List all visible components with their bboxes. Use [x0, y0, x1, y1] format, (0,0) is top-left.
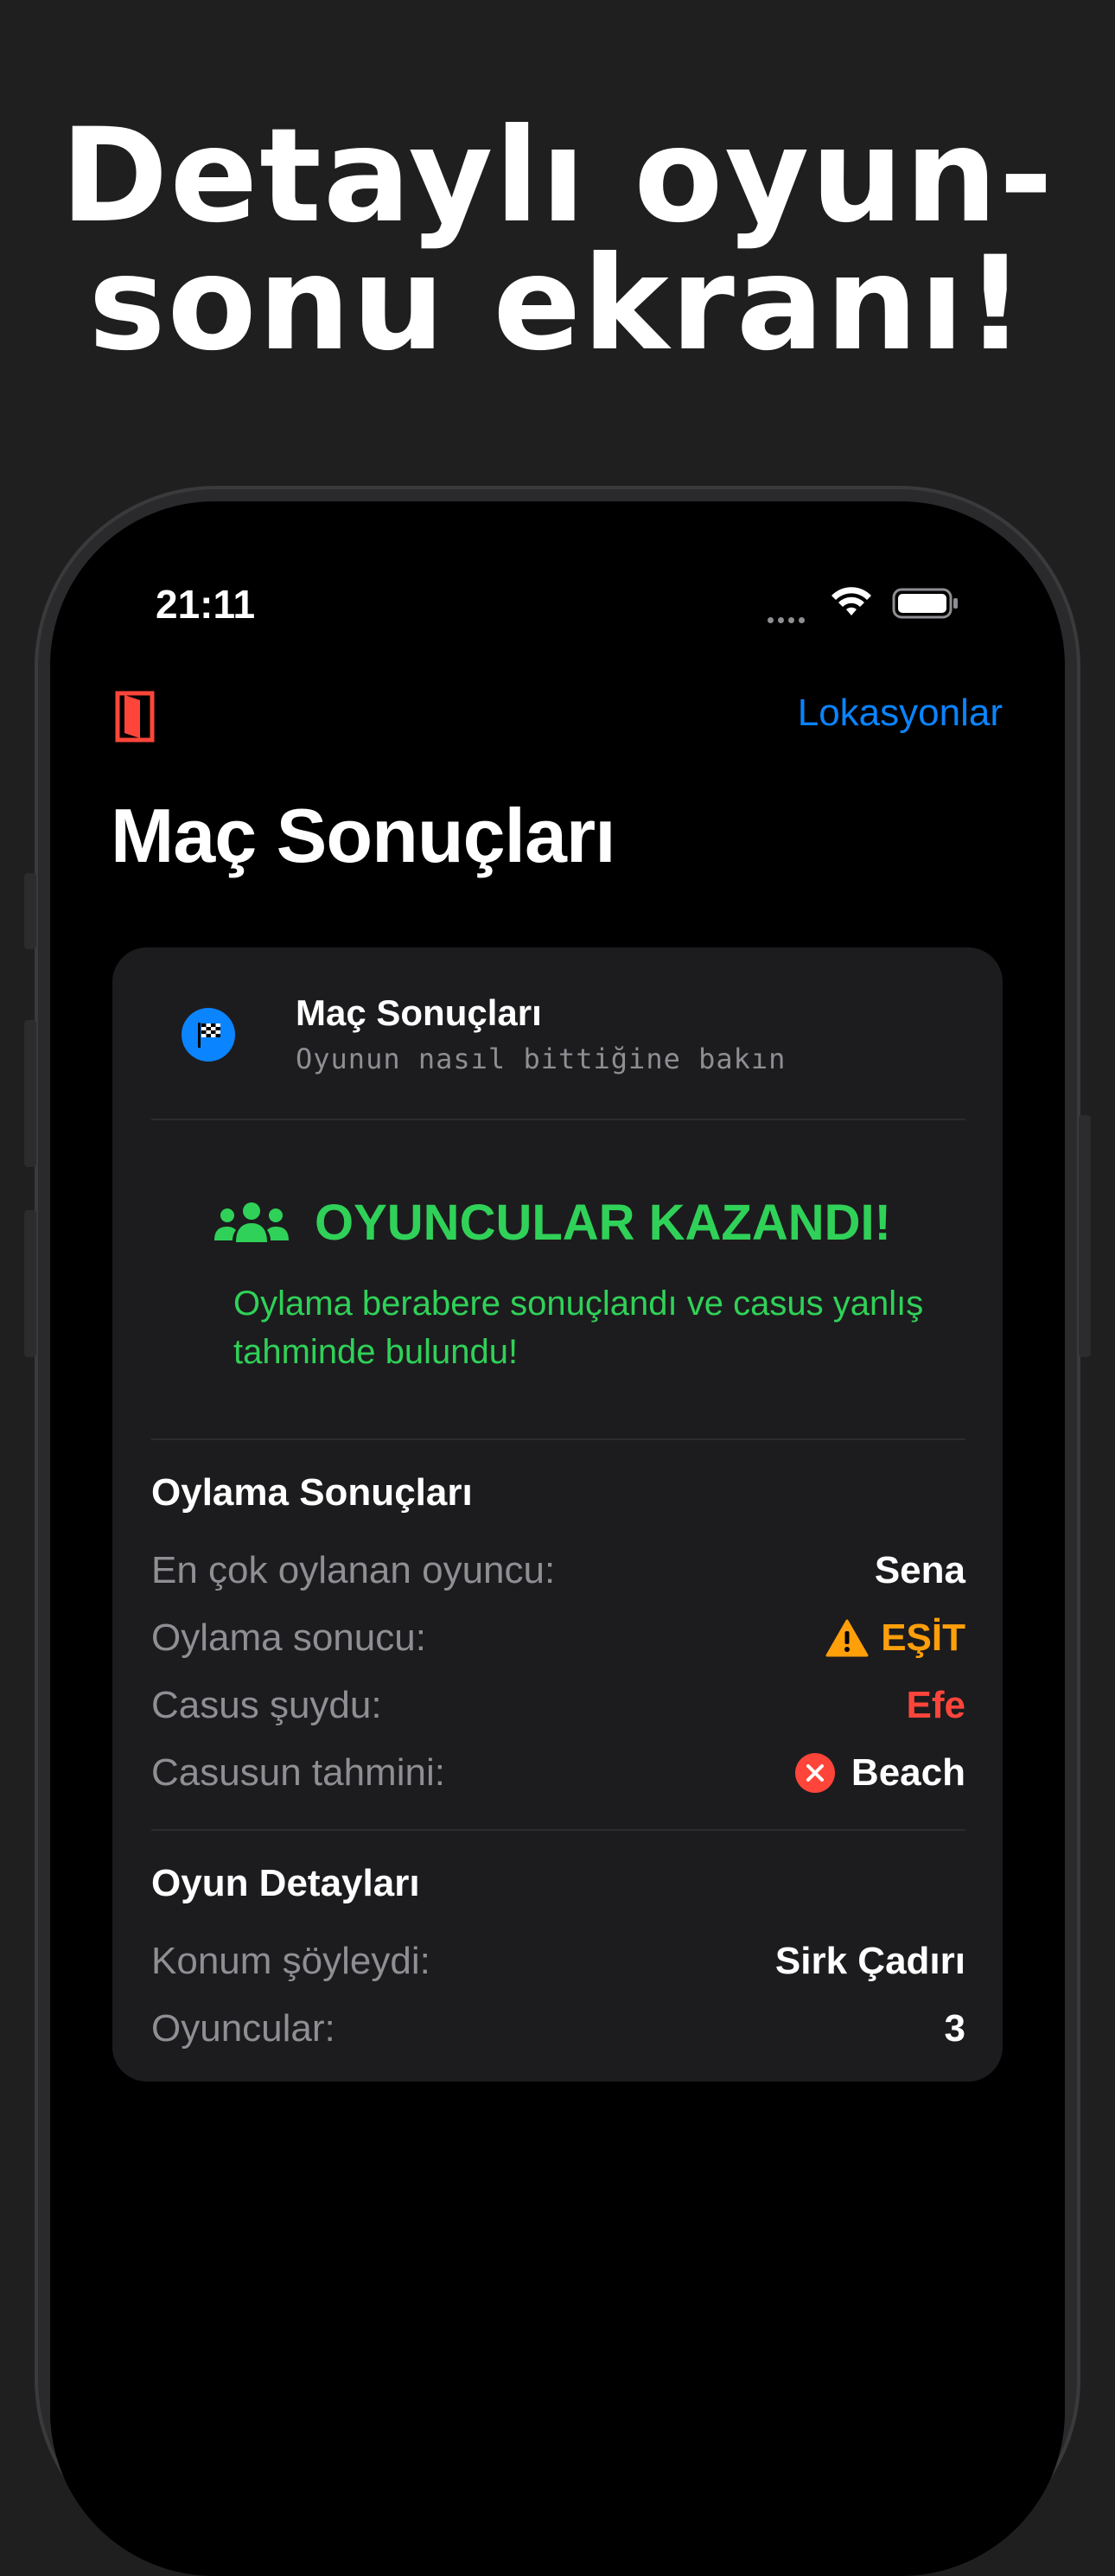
row-value: 3 [945, 2007, 965, 2050]
vote-result: EŞİT [881, 1616, 965, 1659]
divider [151, 1438, 965, 1440]
result-description: Oylama berabere sonuçlandı ve casus yanl… [233, 1285, 924, 1371]
row-label: Oylama sonucu: [151, 1616, 426, 1659]
card-subtitle: Oyunun nasıl bittiğine bakın [296, 1043, 787, 1075]
voting-row-spy: Casus şuydu: Efe [151, 1684, 965, 1736]
phone-side-button [24, 1210, 36, 1357]
people-icon [214, 1202, 289, 1242]
divider [151, 1829, 965, 1831]
row-value: Beach [794, 1751, 965, 1795]
headline-line-2: sonu ekranı! [88, 229, 1027, 379]
voting-row-result: Oylama sonucu: EŞİT [151, 1616, 965, 1668]
row-value: Sena [875, 1549, 965, 1592]
x-circle-icon [794, 1753, 835, 1793]
door-icon[interactable] [114, 690, 159, 743]
cellular-signal-icon [768, 610, 809, 627]
divider [151, 1119, 965, 1120]
game-row-location: Konum şöyleydi: Sirk Çadırı [151, 1940, 965, 1992]
promo-headline: Detaylı oyun- sonu ekranı! [0, 101, 1115, 379]
checkered-flag-icon [182, 1008, 235, 1062]
phone-side-button [24, 873, 36, 949]
voting-row-spy-guess: Casusun tahmini: Beach [151, 1751, 965, 1803]
location-name: Sirk Çadırı [774, 1940, 965, 1982]
row-label: En çok oylanan oyuncu: [151, 1549, 556, 1591]
result-banner: OYUNCULAR KAZANDI! [213, 1188, 891, 1257]
game-row-players: Oyuncular: 3 [151, 2007, 965, 2059]
row-label: Konum şöyleydi: [151, 1940, 430, 1982]
game-section-title: Oyun Detayları [151, 1862, 420, 1904]
player-count: 3 [944, 2007, 965, 2050]
voting-section-title: Oylama Sonuçları [151, 1471, 473, 1514]
status-time: 21:11 [156, 582, 256, 627]
row-value: Sirk Çadırı [775, 1940, 965, 1983]
row-value: Efe [907, 1684, 965, 1727]
most-voted-player: Sena [874, 1549, 965, 1591]
row-value: EŞİT [825, 1616, 965, 1660]
phone-side-button [1079, 1115, 1091, 1357]
results-card [112, 947, 1003, 2082]
phone-side-button [24, 1020, 36, 1167]
warning-triangle-icon [825, 1619, 869, 1657]
spy-guess: Beach [851, 1751, 965, 1794]
locations-link[interactable]: Lokasyonlar [798, 692, 1003, 735]
result-title: OYUNCULAR KAZANDI! [315, 1194, 891, 1251]
page-title: Maç Sonuçları [111, 793, 616, 878]
battery-icon [892, 588, 958, 619]
voting-row-most-voted: En çok oylanan oyuncu: Sena [151, 1549, 965, 1601]
row-label: Casusun tahmini: [151, 1751, 445, 1794]
card-title: Maç Sonuçları [296, 992, 542, 1033]
headline-line-1: Detaylı oyun- [60, 101, 1055, 252]
row-label: Casus şuydu: [151, 1684, 382, 1726]
row-label: Oyuncular: [151, 2007, 335, 2050]
wifi-icon [831, 587, 871, 615]
spy-name: Efe [906, 1684, 965, 1726]
